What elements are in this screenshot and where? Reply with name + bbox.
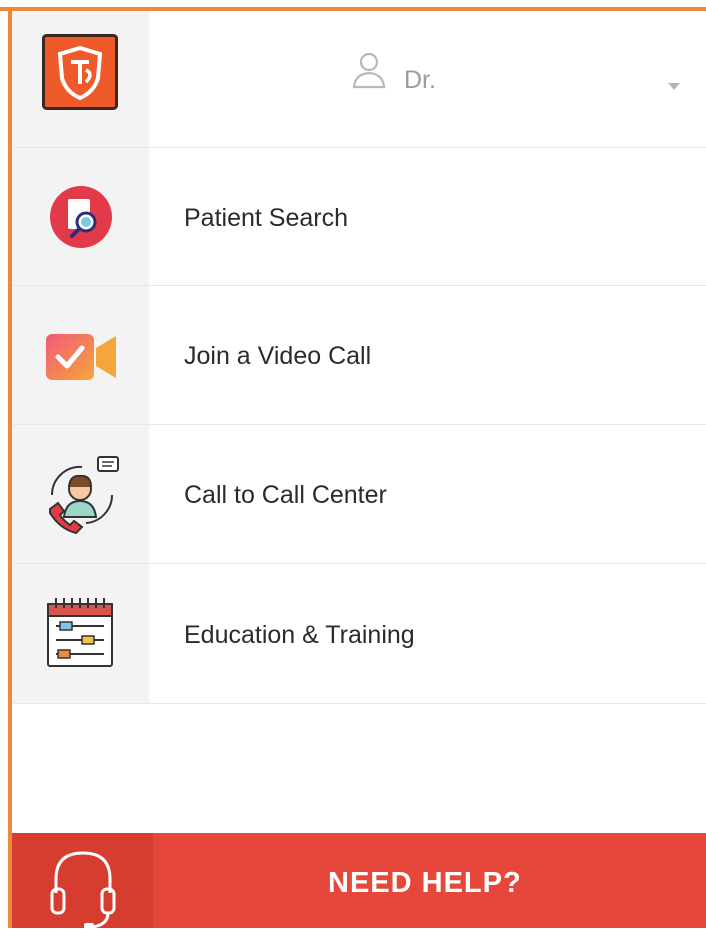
menu-label: Patient Search — [184, 204, 348, 232]
menu-item-patient-search[interactable]: Patient Search — [12, 148, 706, 286]
headset-icon — [50, 851, 116, 929]
training-calendar-icon — [47, 598, 113, 667]
menu-label: Call to Call Center — [184, 481, 387, 509]
menu-label: Education & Training — [184, 621, 415, 649]
user-header: Dr. — [12, 11, 706, 148]
menu-label: Join a Video Call — [184, 342, 372, 370]
app-logo — [42, 34, 118, 110]
need-help-button[interactable]: NEED HELP? — [12, 833, 706, 929]
need-help-label: NEED HELP? — [328, 867, 522, 899]
patient-search-icon — [50, 186, 112, 248]
user-name[interactable]: Dr. — [404, 66, 436, 95]
menu-item-education-training[interactable]: Education & Training — [12, 564, 706, 704]
logo-cell — [12, 11, 149, 147]
menu-item-call-center[interactable]: Call to Call Center — [12, 425, 706, 564]
app-frame: Dr. Patient Search Join a Video Call Cal… — [0, 0, 706, 929]
caret-down-icon[interactable] — [668, 83, 680, 90]
help-icon-cell — [12, 833, 153, 929]
video-call-icon — [46, 334, 116, 380]
menu-item-video-call[interactable]: Join a Video Call — [12, 286, 706, 425]
call-center-agent-icon — [49, 456, 119, 535]
person-outline-icon — [352, 52, 386, 89]
